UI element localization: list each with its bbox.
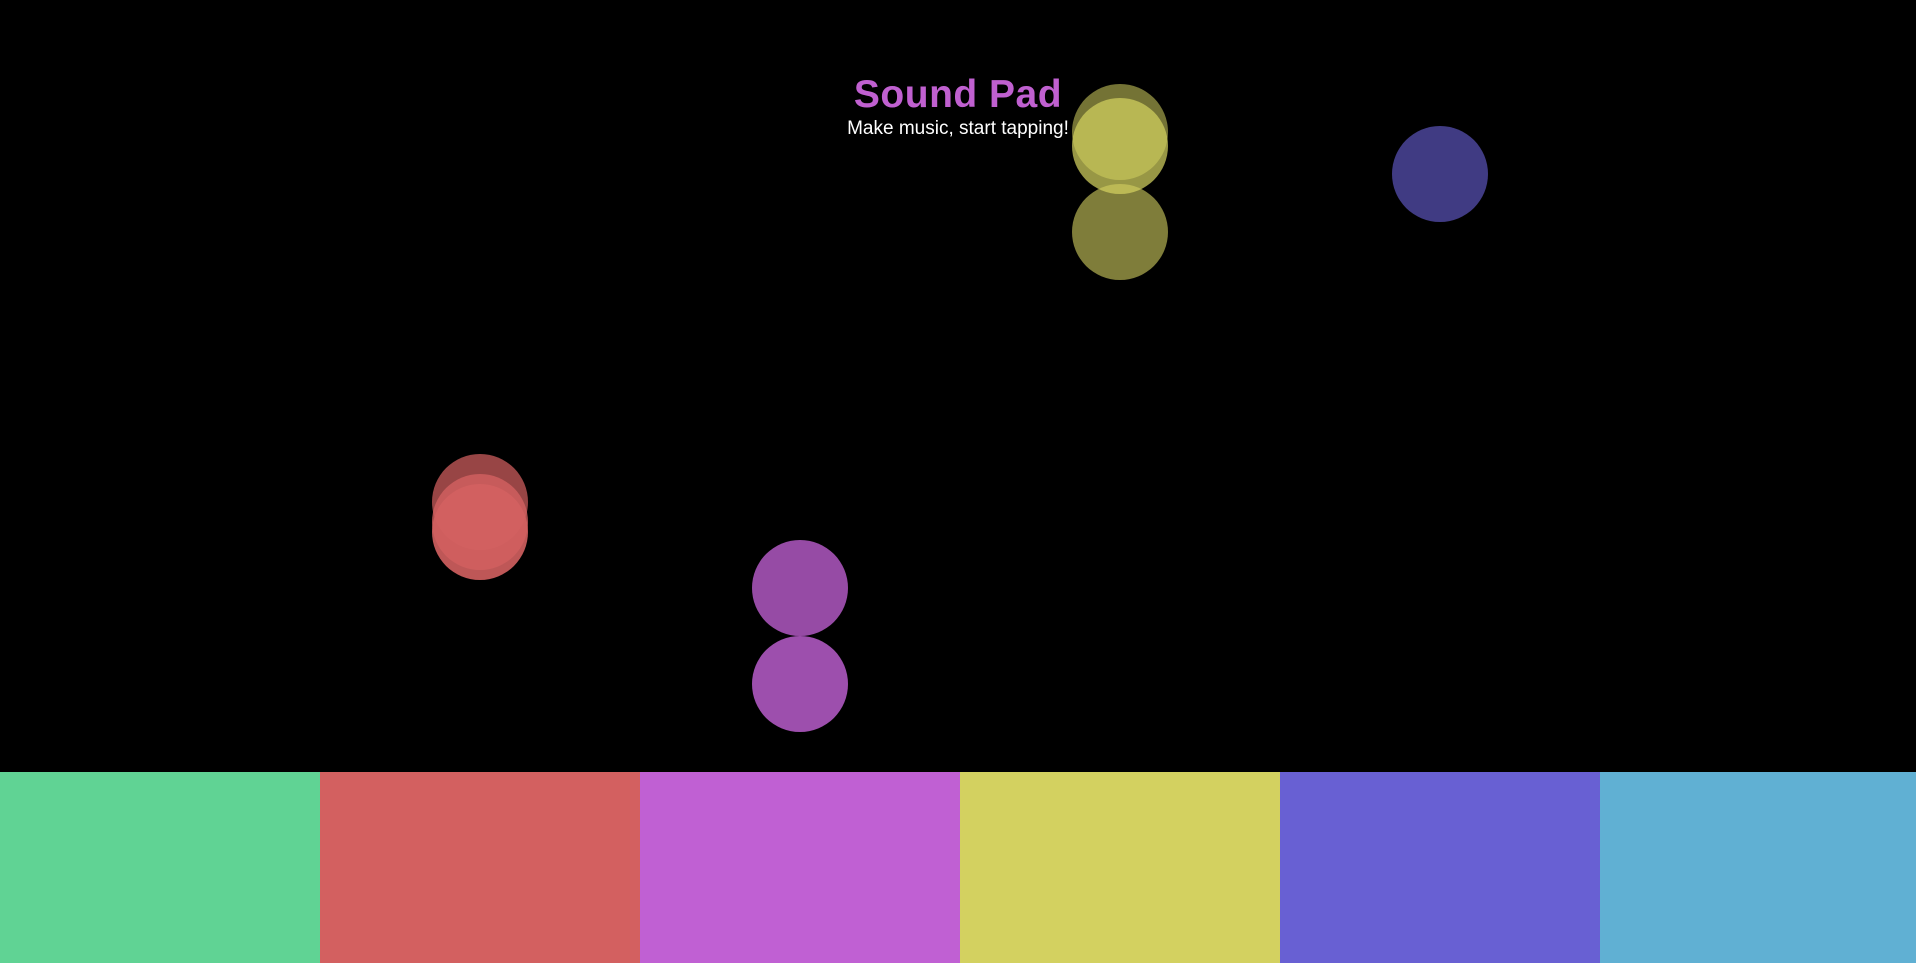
bubble-red [432,484,528,580]
bubble-yellow [1072,98,1168,194]
page-title: Sound Pad [853,73,1063,116]
pad-yellow[interactable] [960,772,1280,963]
pad-cyan[interactable] [1600,772,1916,963]
sound-pad-stage: Sound Pad Make music, start tapping! [0,0,1916,963]
bubble-purple [752,636,848,732]
header: Sound Pad Make music, start tapping! [0,72,1916,140]
bubble-purple [752,540,848,636]
page-subtitle: Make music, start tapping! [847,118,1069,139]
bubble-yellow [1072,184,1168,280]
pad-red[interactable] [320,772,640,963]
pad-green[interactable] [0,772,320,963]
pad-purple[interactable] [640,772,960,963]
pad-blue[interactable] [1280,772,1600,963]
pads-row [0,772,1916,963]
bubble-blue [1392,126,1488,222]
